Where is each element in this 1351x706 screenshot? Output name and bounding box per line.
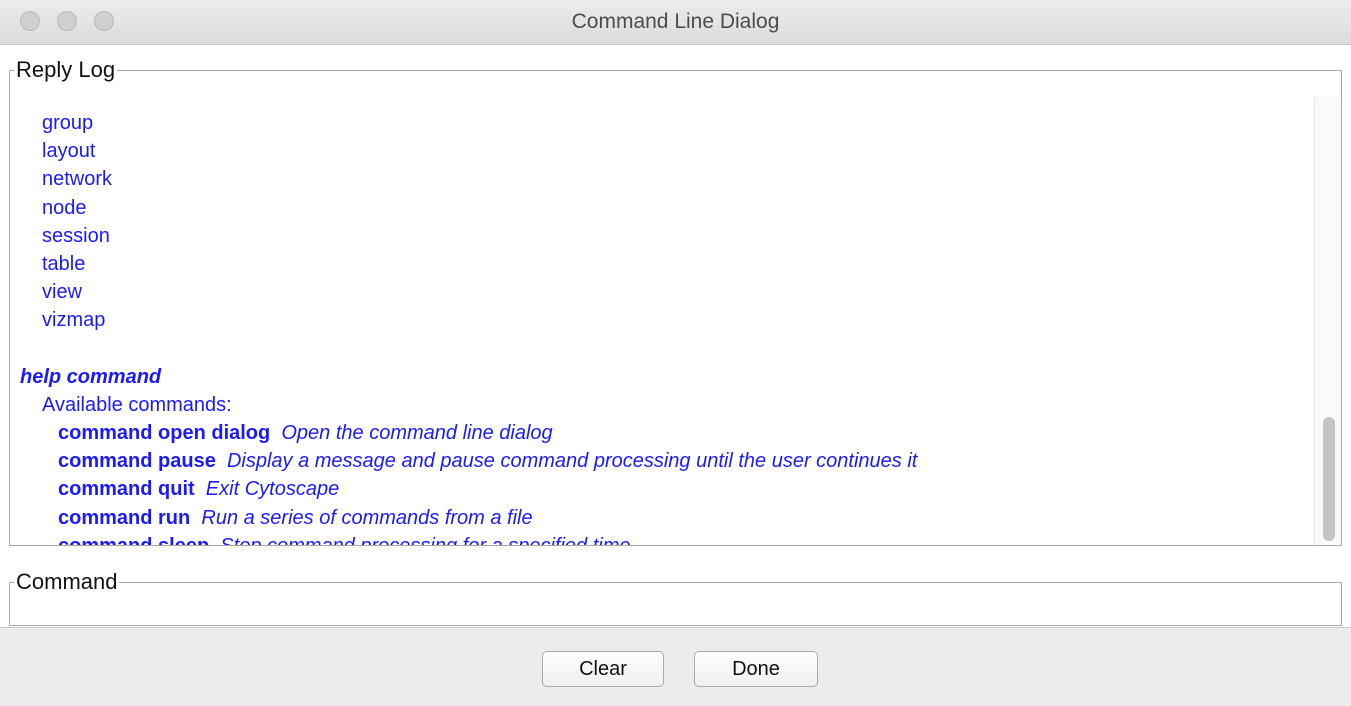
command-description: Display a message and pause command proc… <box>226 450 918 473</box>
command-group: Command <box>9 569 1342 626</box>
command-description: Stop command processing for a specified … <box>220 535 630 545</box>
clear-button[interactable]: Clear <box>542 651 664 687</box>
command-description: Exit Cytoscape <box>205 478 340 501</box>
window-title: Command Line Dialog <box>571 10 780 33</box>
command-line-dialog-window: Command Line Dialog Reply Log group layo… <box>0 0 1351 706</box>
available-commands-label: Available commands: <box>42 393 232 416</box>
command-description: Open the command line dialog <box>281 422 553 445</box>
reply-log-legend: Reply Log <box>16 57 116 82</box>
namespace-item: session <box>42 224 110 247</box>
command-entry: command pause Display a message and paus… <box>10 447 1315 475</box>
namespace-item: group <box>42 112 94 134</box>
command-name: command pause <box>58 450 216 473</box>
namespace-item: table <box>42 252 86 275</box>
command-entry: command quit Exit Cytoscape <box>10 475 1315 503</box>
command-entry: command open dialog Open the command lin… <box>10 419 1315 447</box>
namespace-item: network <box>42 168 113 191</box>
command-input[interactable] <box>12 613 1339 623</box>
command-entry: command run Run a series of commands fro… <box>10 504 1315 532</box>
namespace-item: view <box>42 281 83 304</box>
command-legend: Command <box>16 569 118 594</box>
namespace-item: vizmap <box>42 309 106 332</box>
command-name: command run <box>58 506 191 529</box>
scrollbar-thumb[interactable] <box>1323 417 1335 541</box>
dialog-content: Reply Log group layout network node sess… <box>0 45 1351 627</box>
command-name: command open dialog <box>58 422 271 445</box>
done-button[interactable]: Done <box>694 651 818 687</box>
title-bar: Command Line Dialog <box>0 0 1351 45</box>
namespace-item: node <box>42 196 87 219</box>
clipped-log-line <box>10 99 1315 109</box>
command-description: Run a series of commands from a file <box>201 506 533 529</box>
help-command-header: help command <box>20 365 162 388</box>
command-name: command sleep <box>58 535 209 545</box>
command-name: command quit <box>58 478 195 501</box>
reply-log-scrollbar[interactable] <box>1314 97 1341 545</box>
reply-log[interactable]: group layout network node session table … <box>10 99 1315 545</box>
namespace-item: layout <box>42 140 96 163</box>
command-entry: command sleep Stop command processing fo… <box>10 532 1315 545</box>
button-bar: Clear Done <box>0 627 1351 706</box>
reply-log-group: Reply Log group layout network node sess… <box>9 57 1342 546</box>
log-spacer <box>10 335 1315 363</box>
